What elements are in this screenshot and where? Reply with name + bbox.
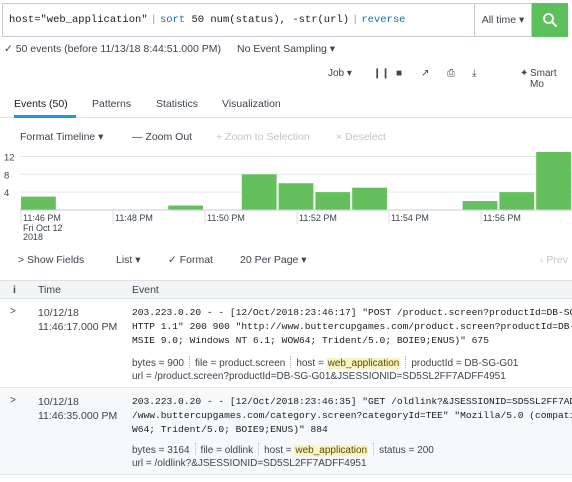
export-icon[interactable]: ⤓ xyxy=(472,68,476,79)
timeline-bar[interactable] xyxy=(21,196,56,210)
event-row: > 10/12/18 11:46:17.000 PM 203.223.0.20 … xyxy=(0,300,572,388)
stop-icon[interactable]: ■ xyxy=(396,68,402,79)
query-pipe: | xyxy=(150,14,157,26)
event-date: 10/12/18 xyxy=(38,396,79,408)
field-file[interactable]: file = oldlink xyxy=(201,445,254,456)
info-column-header: i xyxy=(13,284,16,296)
events-count-text: ✓ 50 events (before 11/13/18 8:44:51.000… xyxy=(4,43,221,55)
event-fields: bytes = 3164 file = oldlink host = web_app… xyxy=(132,443,434,458)
field-separator xyxy=(258,443,260,455)
timeline-bar[interactable] xyxy=(315,192,351,210)
list-view-dropdown[interactable]: List ▾ xyxy=(116,254,141,266)
event-raw-text: 203.223.0.20 - - [12/Oct/2018:23:46:17] … xyxy=(132,307,572,346)
event-fields: bytes = 900 file = product.screen host = w… xyxy=(132,356,518,371)
search-icon xyxy=(543,13,557,27)
event-sampling-dropdown[interactable]: No Event Sampling ▾ xyxy=(237,43,335,55)
event-raw-text: 203.223.0.20 - - [12/Oct/2018:23:46:35] … xyxy=(132,396,572,435)
field-host-key: host = xyxy=(296,358,327,369)
timeline-x-tick-label: 11:50 PM xyxy=(207,213,245,223)
query-pipe: | xyxy=(352,14,359,26)
timeline-chart[interactable]: 12 8 4 11:46 PM 11:48 PM 11:50 PM 11:52 PM 11:5… xyxy=(0,152,572,246)
query-command-sort: sort xyxy=(159,14,186,26)
results-tabs: Events (50) Patterns Statistics Visualiz… xyxy=(0,90,572,118)
time-range-picker[interactable]: All time ▾ xyxy=(474,3,532,37)
share-icon[interactable]: ↗ xyxy=(421,68,429,79)
field-separator xyxy=(373,443,375,455)
event-timestamp: 10/12/18 11:46:35.000 PM xyxy=(38,395,117,423)
search-bar: host="web_application" | sort 50 num(sta… xyxy=(2,3,568,37)
pause-icon[interactable]: ❙❙ xyxy=(373,68,390,79)
field-url[interactable]: url = /oldlink?&JSESSIONID=SD5SL2FF7ADFF… xyxy=(132,457,367,471)
search-input[interactable]: host="web_application" | sort 50 num(sta… xyxy=(2,3,474,37)
timeline-y-tick-label: 8 xyxy=(4,170,9,181)
field-status[interactable]: status = 200 xyxy=(379,445,434,456)
timeline-x-tick-label: 11:54 PM xyxy=(391,213,429,223)
timeline-x-tick-label: 11:46 PM xyxy=(23,213,61,223)
field-host-value[interactable]: web_application xyxy=(326,358,401,369)
events-summary: ✓ 50 events (before 11/13/18 8:44:51.000… xyxy=(4,42,335,56)
timeline-svg: 12 8 4 11:46 PM 11:48 PM 11:50 PM 11:52 PM 11:5… xyxy=(4,152,572,242)
time-column-header[interactable]: Time xyxy=(38,284,61,296)
timeline-bar[interactable] xyxy=(352,187,387,210)
timeline-x-tick-label: 11:48 PM xyxy=(115,213,153,223)
event-date: 10/12/18 xyxy=(38,307,79,319)
results-options-bar: > Show Fields List ▾ ✓ Format 20 Per Pag… xyxy=(0,252,572,270)
timeline-y-tick-label: 12 xyxy=(4,152,15,163)
tab-events[interactable]: Events (50) xyxy=(14,98,68,110)
tab-patterns[interactable]: Patterns xyxy=(92,98,131,110)
search-button[interactable] xyxy=(532,3,568,37)
field-separator xyxy=(194,443,196,455)
zoom-out-button[interactable]: — Zoom Out xyxy=(132,131,192,143)
event-row: > 10/12/18 11:46:35.000 PM 203.223.0.20 … xyxy=(0,389,572,475)
field-separator xyxy=(405,356,407,368)
timeline-bar[interactable] xyxy=(241,174,277,210)
field-url[interactable]: url = /product.screen?productId=DB-SG-G0… xyxy=(132,370,506,384)
field-bytes[interactable]: bytes = 3164 xyxy=(132,445,190,456)
timeline-x-tick-label: 11:52 PM xyxy=(299,213,337,223)
query-command-reverse: reverse xyxy=(361,14,406,26)
job-toolbar: Job ▾ ❙❙ ■ ↗ ⎙ ⤓ ✦ Smart Mo xyxy=(0,66,572,90)
field-bytes[interactable]: bytes = 900 xyxy=(132,358,184,369)
prev-page-button[interactable]: ‹ Prev xyxy=(540,254,568,266)
query-sort-args: 50 num(status), -str(url) xyxy=(191,14,349,26)
format-button[interactable]: ✓ Format xyxy=(168,254,213,266)
event-column-header: Event xyxy=(132,284,159,296)
query-host: host="web_application" xyxy=(9,14,148,26)
tab-statistics[interactable]: Statistics xyxy=(156,98,198,110)
show-fields-toggle[interactable]: > Show Fields xyxy=(18,254,84,266)
timeline-bar[interactable] xyxy=(168,205,203,210)
zoom-to-selection-button[interactable]: + Zoom to Selection xyxy=(216,131,310,143)
timeline-controls: Format Timeline ▾ — Zoom Out + Zoom to S… xyxy=(0,128,572,148)
timeline-bar[interactable] xyxy=(499,192,535,210)
timeline-bar[interactable] xyxy=(462,201,498,210)
field-host-value[interactable]: web_application xyxy=(294,445,369,456)
timeline-bar[interactable] xyxy=(278,183,314,210)
field-product-id[interactable]: productId = DB-SG-G01 xyxy=(411,358,518,369)
active-tab-indicator xyxy=(14,115,76,118)
job-menu[interactable]: Job ▾ xyxy=(328,68,352,79)
per-page-dropdown[interactable]: 20 Per Page ▾ xyxy=(240,254,307,266)
print-icon[interactable]: ⎙ xyxy=(447,68,455,79)
search-mode-selector[interactable]: Smart Mo xyxy=(530,68,572,90)
timeline-date-label: 2018 xyxy=(23,232,43,242)
event-time: 11:46:35.000 PM xyxy=(38,410,118,422)
format-timeline-dropdown[interactable]: Format Timeline ▾ xyxy=(20,131,103,143)
timeline-y-tick-label: 4 xyxy=(4,188,9,199)
field-host-key: host = xyxy=(264,445,295,456)
smart-mode-icon[interactable]: ✦ xyxy=(520,68,528,79)
event-time: 11:46:17.000 PM xyxy=(38,321,118,333)
field-file[interactable]: file = product.screen xyxy=(195,358,285,369)
events-table-header: i Time Event xyxy=(0,280,572,299)
event-timestamp: 10/12/18 11:46:17.000 PM xyxy=(38,306,117,334)
expand-event-toggle[interactable]: > xyxy=(10,395,16,406)
expand-event-toggle[interactable]: > xyxy=(10,306,16,317)
deselect-button[interactable]: × Deselect xyxy=(336,131,386,143)
timeline-bar[interactable] xyxy=(536,152,571,210)
field-separator xyxy=(290,356,292,368)
timeline-x-tick-label: 11:56 PM xyxy=(483,213,521,223)
tab-visualization[interactable]: Visualization xyxy=(222,98,281,110)
field-separator xyxy=(188,356,190,368)
